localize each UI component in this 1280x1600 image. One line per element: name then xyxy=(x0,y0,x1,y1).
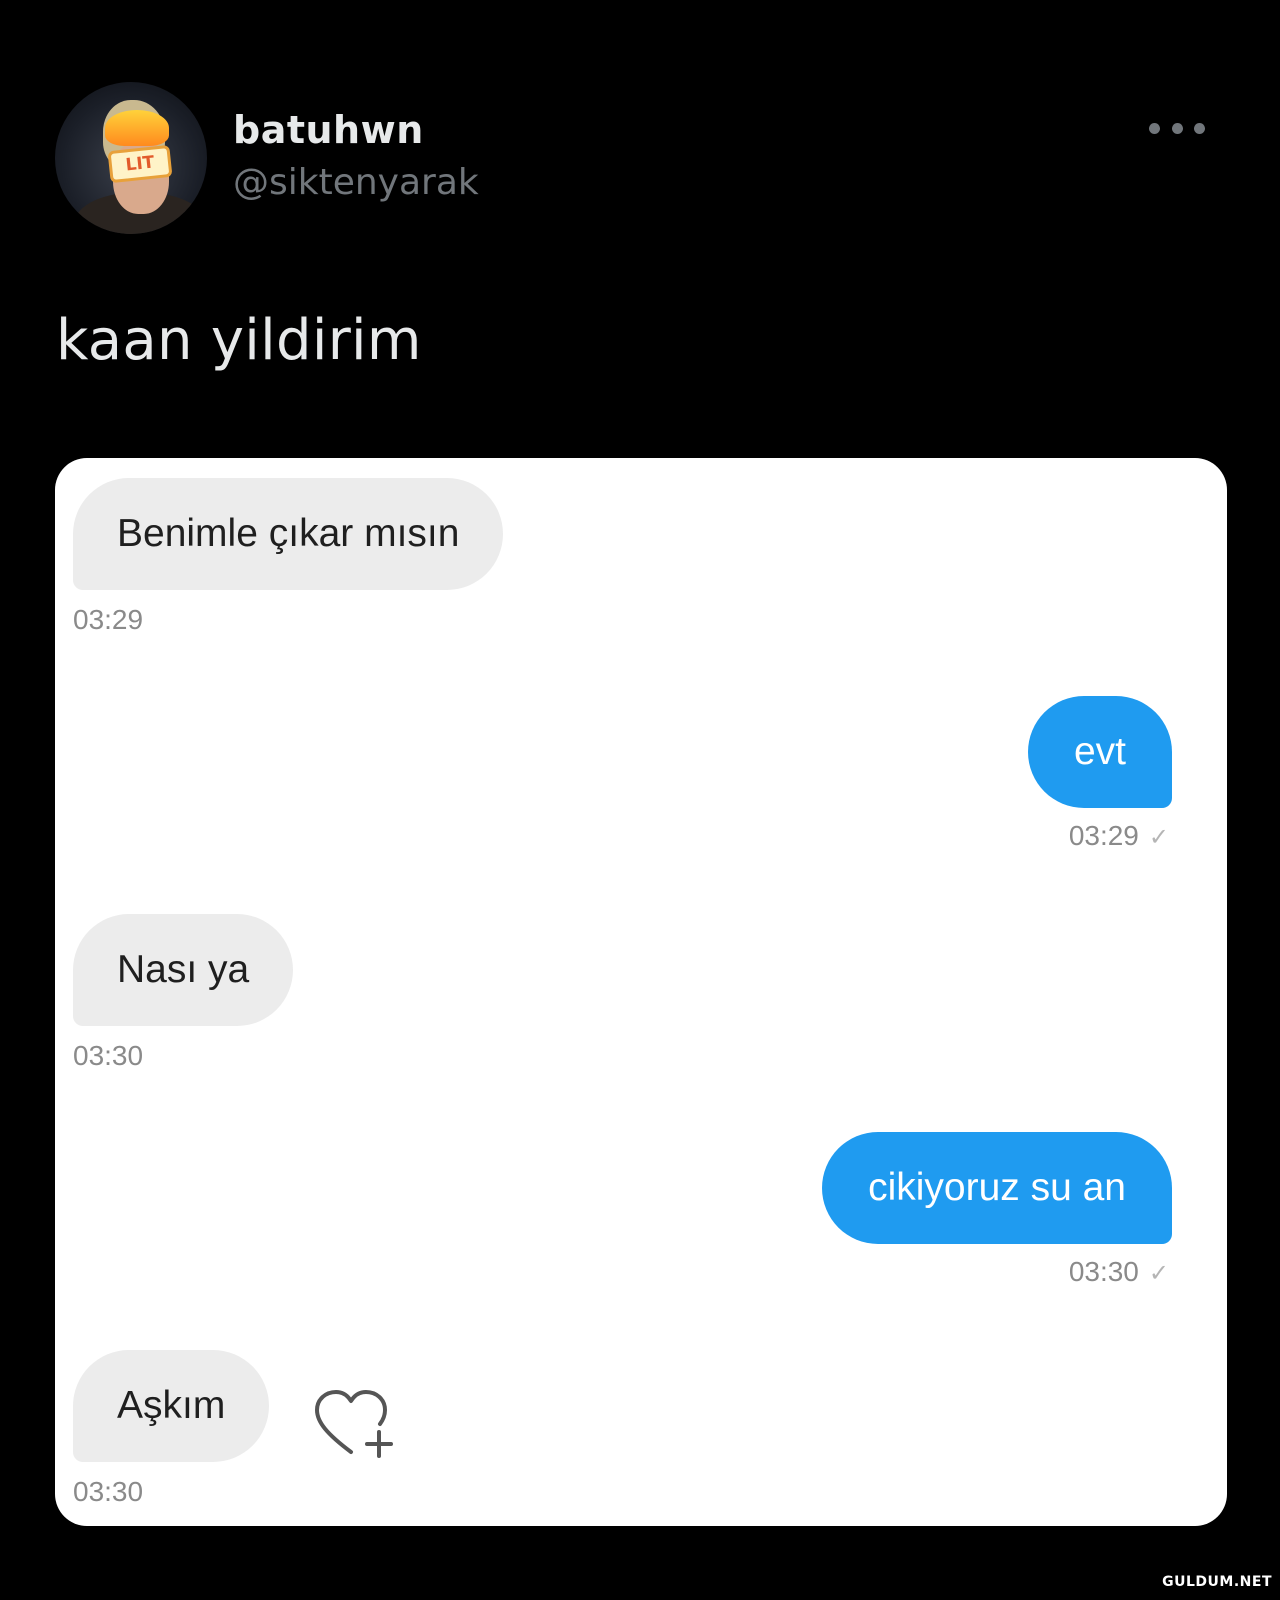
watermark: GULDUM.NET xyxy=(1162,1574,1272,1590)
message-time: 03:29 xyxy=(73,604,144,635)
message-time: 03:30 xyxy=(73,1476,144,1507)
tweet-header: LIT batuhwn @siktenyarak xyxy=(55,82,1225,234)
more-horizontal-icon xyxy=(1171,122,1183,134)
sent-check-icon: ✓ xyxy=(1148,824,1169,851)
sent-check-icon: ✓ xyxy=(1148,1260,1169,1287)
display-name[interactable]: batuhwn xyxy=(233,108,424,152)
fire-icon xyxy=(105,110,169,146)
message-time-row: 03:30 ✓ xyxy=(1069,1256,1169,1288)
heart-plus-icon[interactable] xyxy=(313,1388,399,1460)
outgoing-message-bubble: evt xyxy=(1027,696,1172,808)
avatar[interactable]: LIT xyxy=(55,82,207,234)
user-handle[interactable]: @siktenyarak xyxy=(233,162,479,203)
tweet-text: kaan yildirim xyxy=(56,308,422,373)
more-horizontal-icon xyxy=(1149,122,1160,134)
message-time: 03:29 xyxy=(1068,820,1139,851)
more-horizontal-icon xyxy=(1194,122,1205,134)
message-time: 03:30 xyxy=(1068,1256,1139,1287)
message-time-row: 03:29 ✓ xyxy=(1069,820,1169,852)
outgoing-message-bubble: cikiyoruz su an xyxy=(822,1132,1172,1244)
incoming-message-bubble: Aşkım xyxy=(73,1350,270,1462)
tweet-page: LIT batuhwn @siktenyarak kaan yildirim B… xyxy=(0,0,1280,1600)
tweet-image-chat-screenshot[interactable]: Benimle çıkar mısın 03:29 evt 03:29 ✓ Nas… xyxy=(55,458,1227,1526)
incoming-message-bubble: Benimle çıkar mısın xyxy=(73,478,504,590)
incoming-message-bubble: Nası ya xyxy=(73,914,294,1026)
message-time: 03:30 xyxy=(73,1040,144,1071)
lit-badge: LIT xyxy=(107,144,173,184)
more-options-button[interactable] xyxy=(1149,116,1205,140)
